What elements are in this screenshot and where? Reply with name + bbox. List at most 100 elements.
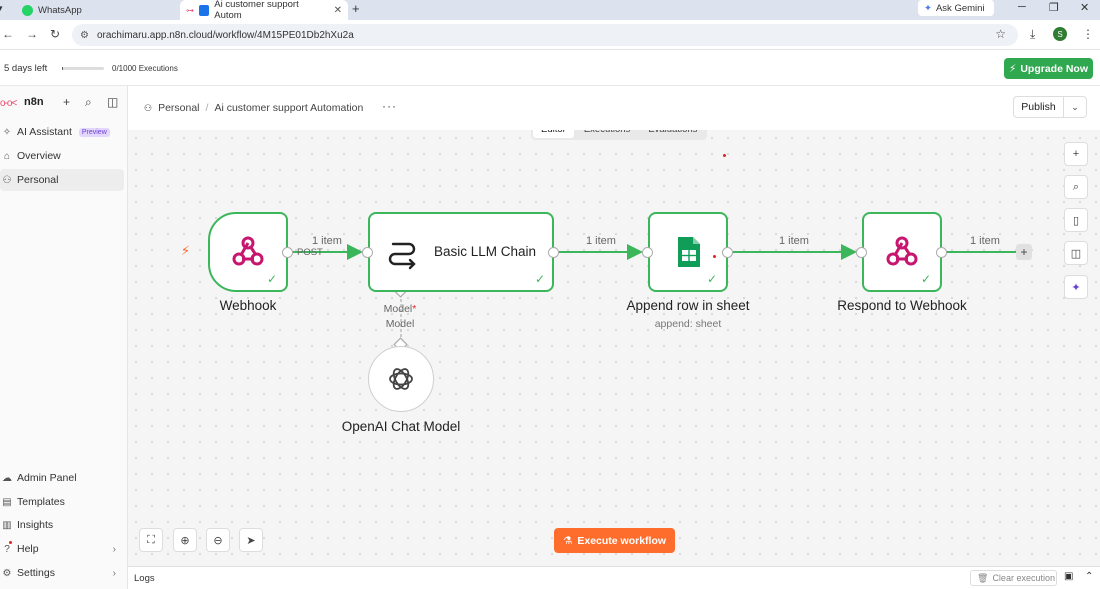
node-openai-chat-model[interactable] (368, 346, 434, 412)
fit-view-icon[interactable]: ⛶ (139, 528, 163, 552)
gemini-sparkle-icon: ✦ (924, 2, 932, 14)
chevron-right-icon: › (112, 543, 116, 555)
add-node-plus-icon[interactable]: + (1016, 244, 1032, 260)
edge-item-count: 1 item (779, 235, 809, 247)
reload-icon[interactable]: ↻ (50, 27, 60, 41)
sidebar-item-ai-assistant[interactable]: ✧ AI Assistant Preview (0, 121, 124, 143)
upgrade-now-button[interactable]: ⚡ Upgrade Now (1004, 58, 1093, 79)
node-basic-llm-chain[interactable]: Basic LLM Chain ✓ (368, 212, 554, 292)
new-tab-button[interactable]: + (352, 1, 360, 16)
node-subtitle-sheet: append: sheet (654, 318, 722, 330)
browser-menu-icon[interactable]: ⋮ (1082, 27, 1094, 41)
tidy-up-icon[interactable]: ➤ (239, 528, 263, 552)
workflow-name[interactable]: Ai customer support Automation (214, 102, 363, 114)
chevron-right-icon: › (112, 567, 116, 579)
chart-icon: ▥ (2, 519, 12, 531)
sparkle-icon: ✧ (2, 126, 12, 138)
window-close-icon[interactable]: ✕ (1080, 1, 1089, 14)
node-label-sheet: Append row in sheet (626, 298, 750, 313)
tab-close-icon[interactable]: ✕ (334, 5, 342, 16)
profile-avatar[interactable]: S (1053, 27, 1067, 41)
restore-icon[interactable]: ❐ (1049, 1, 1059, 14)
node-append-row-in-sheet[interactable]: ✓ (648, 212, 728, 292)
llm-input-handle[interactable] (362, 247, 373, 258)
sidebar-item-label: Insights (17, 519, 54, 531)
execute-label: Execute workflow (577, 534, 667, 547)
preview-badge: Preview (78, 127, 110, 137)
clear-execution-button[interactable]: 🗑 Clear execution (970, 570, 1057, 586)
sidebar-item-insights[interactable]: ▥ Insights (0, 514, 124, 536)
clear-execution-label: Clear execution (992, 573, 1055, 583)
url-field[interactable]: ⚙ orachimaru.app.n8n.cloud/workflow/4M15… (72, 24, 1018, 46)
browser-tab-whatsapp[interactable]: WhatsApp (16, 0, 176, 20)
browser-tab-strip: ▾ WhatsApp ⊶ Ai customer support Autom ✕… (0, 0, 1100, 21)
workflow-canvas[interactable]: Editor Executions Evaluations ⚡ ✓ POST 1… (128, 130, 1100, 566)
node-respond-to-webhook[interactable]: ✓ (862, 212, 942, 292)
trial-bar: 5 days left 0/1000 Executions (0, 50, 1100, 86)
edge-item-count: 1 item (586, 235, 616, 247)
chevron-up-icon[interactable]: ⌃ (1085, 571, 1093, 582)
llm-output-handle[interactable] (548, 247, 559, 258)
webhook-icon (232, 236, 264, 266)
back-arrow-icon[interactable]: ← (2, 27, 14, 41)
respond-output-handle[interactable] (936, 247, 947, 258)
workflow-more-icon[interactable]: ··· (382, 99, 397, 113)
url-text: orachimaru.app.n8n.cloud/workflow/4M15PE… (96, 29, 354, 41)
model-sub-label: Model (385, 318, 415, 330)
download-icon[interactable]: ⤓ (1030, 27, 1035, 42)
user-icon: ⚇ (2, 174, 12, 186)
sidebar-item-personal[interactable]: ⚇ Personal (0, 169, 124, 191)
connections-layer (293, 244, 1017, 352)
ai-sparkle-icon[interactable]: ✦ (1064, 275, 1088, 299)
ask-gemini-button[interactable]: ✦ Ask Gemini (918, 0, 994, 16)
help-icon: ? (4, 543, 10, 555)
success-check-icon: ✓ (267, 272, 278, 286)
panel-toggle-icon[interactable]: ◫ (1064, 241, 1088, 265)
trial-days-left: 5 days left (4, 63, 48, 74)
minimize-icon[interactable]: ─ (1018, 1, 1026, 13)
sheet-input-handle[interactable] (642, 247, 653, 258)
chevron-down-icon[interactable]: ⌄ (1064, 102, 1086, 113)
node-webhook[interactable]: ✓ (208, 212, 288, 292)
help-notification-dot (9, 541, 12, 544)
sidebar-item-templates[interactable]: ▤ Templates (0, 491, 124, 513)
sidebar-item-help[interactable]: ? Help › (0, 538, 124, 560)
webhook-output-handle[interactable] (282, 247, 293, 258)
webhook-method-label: POST (297, 247, 323, 258)
n8n-logo-icon[interactable]: o-o< (0, 98, 17, 109)
respond-input-handle[interactable] (856, 247, 867, 258)
collapse-sidebar-icon[interactable]: ◫ (107, 95, 118, 109)
bookmark-star-icon[interactable]: ☆ (995, 27, 1006, 41)
forward-arrow-icon[interactable]: → (26, 27, 38, 41)
sidebar-item-settings[interactable]: ⚙ Settings › (0, 562, 124, 584)
logs-panel-icon[interactable]: ▣ (1064, 571, 1073, 582)
site-settings-icon[interactable]: ⚙ (80, 30, 89, 41)
templates-icon: ▤ (2, 496, 12, 508)
sidebar: o-o< n8n + ⌕ ◫ ✧ AI Assistant Preview ⌂ … (0, 86, 128, 589)
media-playing-icon (199, 4, 210, 16)
address-bar-row: ← → ↻ ⚙ orachimaru.app.n8n.cloud/workflo… (0, 20, 1100, 50)
search-nodes-icon[interactable]: ⌕ (1064, 175, 1088, 199)
sidebar-item-label: Personal (17, 174, 59, 186)
zoom-in-icon[interactable]: ⊕ (173, 528, 197, 552)
tab-search-chevron-icon[interactable]: ▾ (0, 3, 3, 14)
plus-icon[interactable]: + (63, 95, 70, 109)
search-icon[interactable]: ⌕ (85, 95, 92, 110)
sheet-output-handle[interactable] (722, 247, 733, 258)
sheet-status-dot (713, 255, 716, 258)
sticky-note-icon[interactable]: ▯ (1064, 208, 1088, 232)
sidebar-item-admin-panel[interactable]: ☁ Admin Panel (0, 467, 124, 489)
project-user-icon: ⚇ (144, 102, 153, 113)
n8n-tab-logo-icon: ⊶ (186, 5, 194, 15)
node-label-openai: OpenAI Chat Model (341, 419, 461, 434)
zoom-out-icon[interactable]: ⊖ (206, 528, 230, 552)
logs-bar[interactable]: Logs 🗑 Clear execution ▣ ⌃ (128, 566, 1100, 589)
model-port-label: Model* (383, 303, 417, 315)
add-node-icon[interactable]: + (1064, 142, 1088, 166)
publish-button[interactable]: Publish (1014, 97, 1064, 117)
sidebar-item-label: AI Assistant (17, 126, 72, 138)
breadcrumb-project[interactable]: Personal (158, 102, 199, 114)
browser-tab-n8n[interactable]: ⊶ Ai customer support Autom ✕ (180, 0, 348, 21)
sidebar-item-overview[interactable]: ⌂ Overview (0, 145, 124, 167)
execute-workflow-button[interactable]: ⚗ Execute workflow (554, 528, 675, 553)
